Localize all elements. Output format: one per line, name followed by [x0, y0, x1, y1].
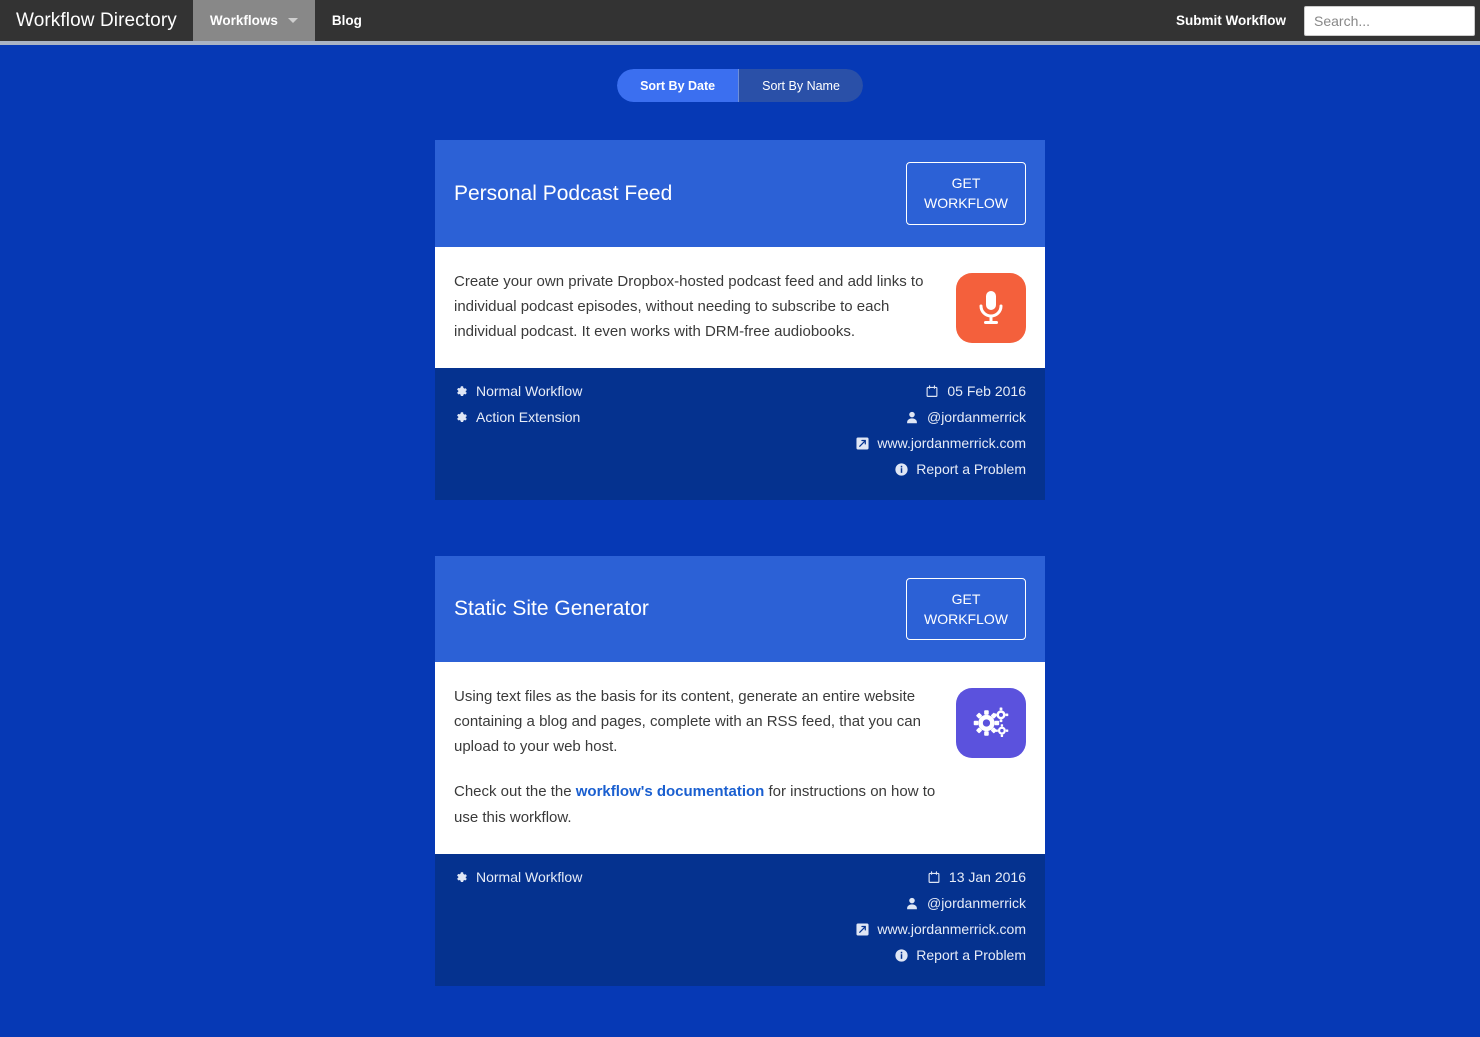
info-circle-icon — [894, 948, 908, 962]
get-workflow-button[interactable]: GET WORKFLOW — [906, 577, 1026, 641]
workflow-website-label: www.jordanmerrick.com — [877, 434, 1026, 451]
workflow-description-paragraph: Create your own private Dropbox-hosted p… — [454, 272, 924, 340]
nav-item-blog[interactable]: Blog — [315, 0, 379, 41]
external-link-icon — [855, 436, 869, 450]
workflow-type: Normal Workflow — [454, 381, 582, 402]
workflow-description-paragraph: Check out the the workflow's documentati… — [454, 779, 938, 829]
nav-item-blog-label: Blog — [331, 13, 362, 28]
search-input[interactable] — [1304, 5, 1475, 36]
workflow-meta-right: 13 Jan 2016 @jordanmerrick www.jordanmer… — [855, 867, 1026, 966]
sort-by-date-button[interactable]: Sort By Date — [617, 69, 739, 102]
report-problem-label: Report a Problem — [916, 946, 1026, 963]
workflow-meta-left: Normal Workflow — [454, 867, 582, 888]
external-link-icon — [855, 922, 869, 936]
workflow-website[interactable]: www.jordanmerrick.com — [855, 433, 1026, 454]
workflow-description: Using text files as the basis for its co… — [454, 684, 938, 829]
workflow-type: Normal Workflow — [454, 867, 582, 888]
user-icon — [905, 410, 919, 424]
report-problem-label: Report a Problem — [916, 460, 1026, 477]
workflow-description: Create your own private Dropbox-hosted p… — [454, 269, 938, 344]
workflow-card-header: Personal Podcast Feed GET WORKFLOW — [435, 140, 1045, 247]
workflow-date-label: 05 Feb 2016 — [947, 382, 1026, 399]
gear-icon — [454, 384, 468, 398]
workflow-documentation-link[interactable]: workflow's documentation — [576, 783, 765, 800]
workflow-title: Personal Podcast Feed — [454, 181, 673, 205]
submit-workflow-link[interactable]: Submit Workflow — [1158, 13, 1304, 28]
workflow-date-label: 13 Jan 2016 — [948, 868, 1026, 885]
workflow-extension: Action Extension — [454, 407, 582, 428]
calendar-icon — [927, 870, 941, 884]
workflow-author[interactable]: @jordanmerrick — [905, 893, 1026, 914]
site-brand[interactable]: Workflow Directory — [0, 0, 193, 41]
paragraph-text-before: Check out the the — [454, 783, 576, 801]
report-problem-link[interactable]: Report a Problem — [894, 459, 1026, 480]
workflow-card-header: Static Site Generator GET WORKFLOW — [435, 555, 1045, 663]
report-problem-link[interactable]: Report a Problem — [894, 945, 1026, 966]
workflow-date: 05 Feb 2016 — [925, 381, 1026, 402]
workflow-description-paragraph: Using text files as the basis for its co… — [454, 688, 921, 756]
top-navbar: Workflow Directory Workflows Blog Submit… — [0, 0, 1480, 45]
workflow-author-label: @jordanmerrick — [926, 408, 1026, 425]
workflow-type-label: Normal Workflow — [476, 382, 583, 399]
nav-item-workflows-label: Workflows — [209, 13, 278, 28]
workflow-card-footer: Normal Workflow 13 Jan 2016 @jordanmerri… — [435, 853, 1045, 986]
workflow-card-body: Using text files as the basis for its co… — [435, 662, 1045, 854]
workflow-list: Personal Podcast Feed GET WORKFLOW Creat… — [435, 102, 1045, 1037]
info-circle-icon — [894, 462, 908, 476]
workflow-meta-right: 05 Feb 2016 @jordanmerrick www.jordanmer… — [855, 381, 1026, 480]
workflow-website[interactable]: www.jordanmerrick.com — [855, 919, 1026, 940]
workflow-date: 13 Jan 2016 — [927, 867, 1026, 888]
workflow-website-label: www.jordanmerrick.com — [877, 920, 1026, 937]
workflow-type-label: Normal Workflow — [476, 868, 583, 885]
workflow-meta-left: Normal Workflow Action Extension — [454, 381, 582, 428]
workflow-card: Personal Podcast Feed GET WORKFLOW Creat… — [435, 140, 1045, 500]
navbar-right-group: Submit Workflow — [1158, 0, 1480, 41]
sort-toolbar: Sort By Date Sort By Name — [0, 45, 1480, 102]
workflow-card-footer: Normal Workflow Action Extension 05 Feb … — [435, 367, 1045, 500]
workflow-title: Static Site Generator — [454, 597, 649, 621]
chevron-down-icon — [287, 18, 298, 23]
primary-nav: Workflows Blog — [192, 0, 379, 41]
nav-item-workflows[interactable]: Workflows — [192, 0, 315, 41]
sort-button-group: Sort By Date Sort By Name — [617, 69, 863, 102]
workflow-extension-label: Action Extension — [476, 408, 581, 425]
gears-icon — [956, 688, 1026, 759]
workflow-card: Static Site Generator GET WORKFLOW Using… — [435, 555, 1045, 986]
get-workflow-button[interactable]: GET WORKFLOW — [906, 162, 1026, 225]
workflow-author-label: @jordanmerrick — [926, 894, 1026, 911]
gear-icon — [454, 870, 468, 884]
gear-icon — [454, 410, 468, 424]
workflow-author[interactable]: @jordanmerrick — [905, 407, 1026, 428]
calendar-icon — [925, 384, 939, 398]
workflow-card-body: Create your own private Dropbox-hosted p… — [435, 246, 1045, 368]
microphone-icon — [956, 272, 1026, 343]
user-icon — [905, 896, 919, 910]
sort-by-name-button[interactable]: Sort By Name — [738, 69, 863, 102]
